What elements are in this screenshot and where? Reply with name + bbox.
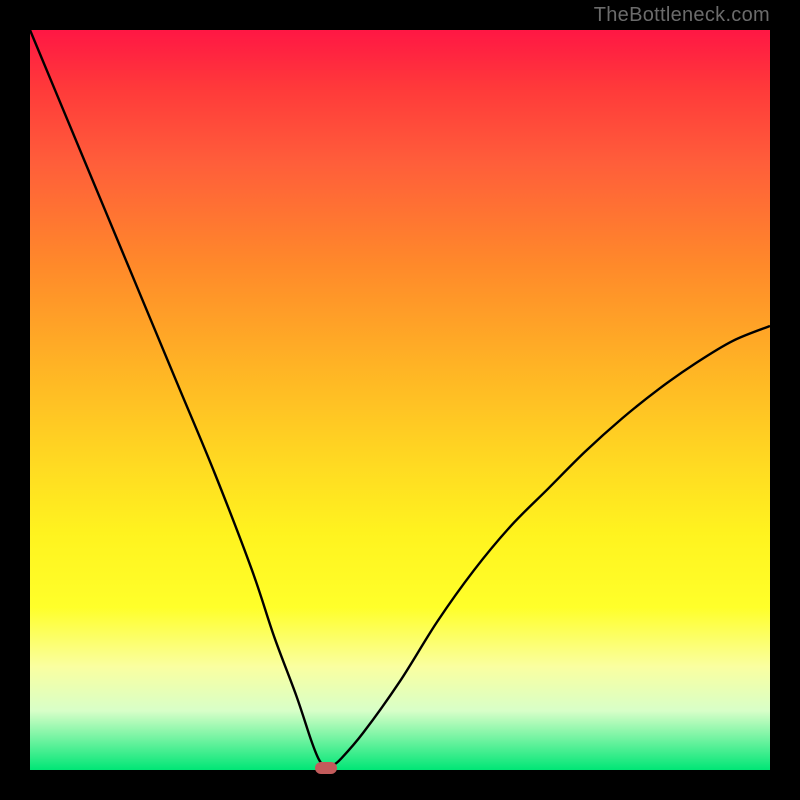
curve-path bbox=[30, 30, 770, 768]
plot-area bbox=[30, 30, 770, 770]
minimum-marker bbox=[315, 762, 337, 774]
bottleneck-curve bbox=[30, 30, 770, 770]
chart-frame: TheBottleneck.com bbox=[0, 0, 800, 800]
attribution-text: TheBottleneck.com bbox=[594, 4, 770, 27]
